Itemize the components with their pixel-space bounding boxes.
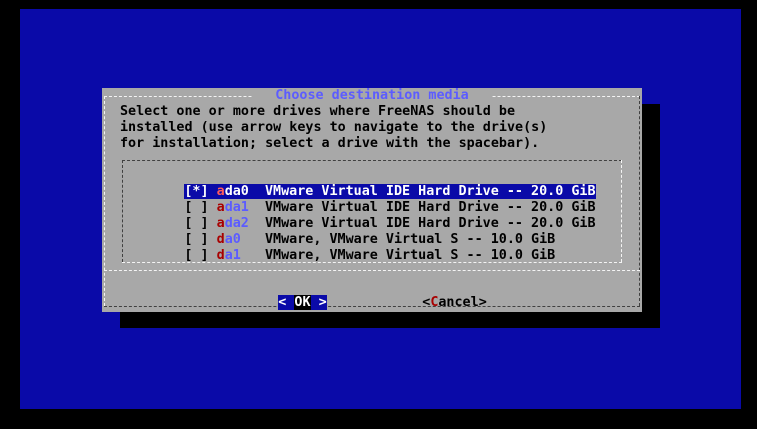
choose-destination-dialog: Choose destination media Select one or m…: [102, 88, 642, 312]
list-frame-left: [122, 160, 123, 262]
prompt-line-3: for installation; select a drive with th…: [120, 136, 540, 151]
dialog-frame-right: [639, 96, 640, 306]
ok-button[interactable]: < OK >: [246, 279, 327, 310]
list-frame-right: [621, 160, 622, 262]
cancel-label: ancel: [438, 295, 479, 310]
cancel-button[interactable]: <Cancel>: [390, 279, 487, 310]
prompt-line-2: installed (use arrow keys to navigate to…: [120, 120, 548, 135]
drive-row-da1[interactable]: [ ] da1 VMware, VMware Virtual S -- 10.0…: [136, 232, 555, 263]
ok-label: K: [302, 295, 311, 310]
drive-name: a1: [224, 248, 241, 263]
drive-row-ada0[interactable]: [*] ada0 VMware Virtual IDE Hard Drive -…: [136, 168, 596, 199]
ok-right-bracket: >: [318, 295, 327, 310]
list-frame-top: [122, 160, 622, 161]
dialog-frame-bottom: [104, 306, 640, 307]
drive-description: VMware, VMware Virtual S -- 10.0 GiB: [265, 248, 556, 263]
button-divider: [104, 270, 640, 271]
drive-row-da0[interactable]: [ ] da0 VMware, VMware Virtual S -- 10.0…: [136, 216, 555, 247]
prompt-line-1: Select one or more drives where FreeNAS …: [120, 104, 516, 119]
drive-checkbox[interactable]: [ ]: [184, 248, 208, 263]
drive-row-ada2[interactable]: [ ] ada2 VMware Virtual IDE Hard Drive -…: [136, 200, 595, 231]
dialog-title: Choose destination media: [252, 88, 492, 104]
cancel-right-bracket: >: [478, 295, 487, 310]
drive-hotkey: d: [216, 248, 225, 263]
dialog-frame-left: [104, 96, 105, 306]
drive-row-ada1[interactable]: [ ] ada1 VMware Virtual IDE Hard Drive -…: [136, 184, 595, 215]
